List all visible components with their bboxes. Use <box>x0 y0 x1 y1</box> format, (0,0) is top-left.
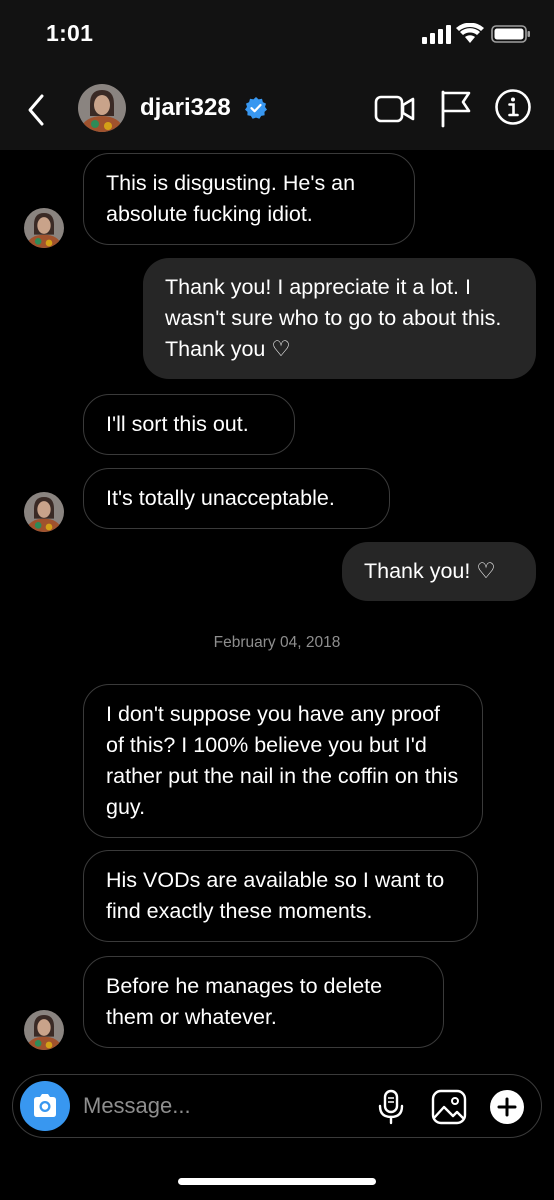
profile-photo <box>24 1010 64 1050</box>
battery-icon <box>491 25 530 43</box>
verified-badge-icon <box>245 97 267 119</box>
status-indicators <box>422 23 530 44</box>
home-indicator <box>178 1178 376 1185</box>
outgoing-message[interactable]: Thank you! I appreciate it a lot. I wasn… <box>143 258 536 379</box>
outgoing-message[interactable]: Thank you! ♡ <box>342 542 536 601</box>
profile-photo <box>24 208 64 248</box>
camera-button[interactable] <box>20 1081 70 1131</box>
username[interactable]: djari328 <box>140 94 231 122</box>
incoming-message[interactable]: I don't suppose you have any proof of th… <box>83 684 483 838</box>
plus-icon[interactable] <box>489 1089 525 1125</box>
incoming-message[interactable]: Before he manages to delete them or what… <box>83 956 444 1048</box>
gallery-icon[interactable] <box>431 1089 467 1125</box>
back-icon[interactable] <box>20 90 52 130</box>
profile-photo <box>78 84 126 132</box>
signal-icon <box>422 25 451 44</box>
date-separator: February 04, 2018 <box>213 634 341 651</box>
microphone-icon[interactable] <box>377 1089 405 1125</box>
sender-avatar[interactable] <box>24 208 64 248</box>
message-input[interactable] <box>83 1085 363 1127</box>
incoming-message[interactable]: I'll sort this out. <box>83 394 295 455</box>
info-icon[interactable] <box>494 88 532 126</box>
incoming-message[interactable]: His VODs are available so I want to find… <box>83 850 478 942</box>
video-call-icon[interactable] <box>374 92 416 126</box>
wifi-icon <box>456 23 484 43</box>
sender-avatar[interactable] <box>24 492 64 532</box>
status-time: 1:01 <box>46 20 94 46</box>
sender-avatar[interactable] <box>24 1010 64 1050</box>
profile-photo <box>24 492 64 532</box>
message-composer <box>12 1074 542 1138</box>
incoming-message[interactable]: It's totally unacceptable. <box>83 468 390 529</box>
camera-icon <box>34 1094 56 1117</box>
chat-header: djari328 <box>0 70 554 150</box>
flag-icon[interactable] <box>438 88 474 128</box>
avatar[interactable] <box>78 84 126 132</box>
incoming-message[interactable]: This is disgusting. He's an absolute fuc… <box>83 153 415 245</box>
status-bar: 1:01 <box>0 0 554 70</box>
